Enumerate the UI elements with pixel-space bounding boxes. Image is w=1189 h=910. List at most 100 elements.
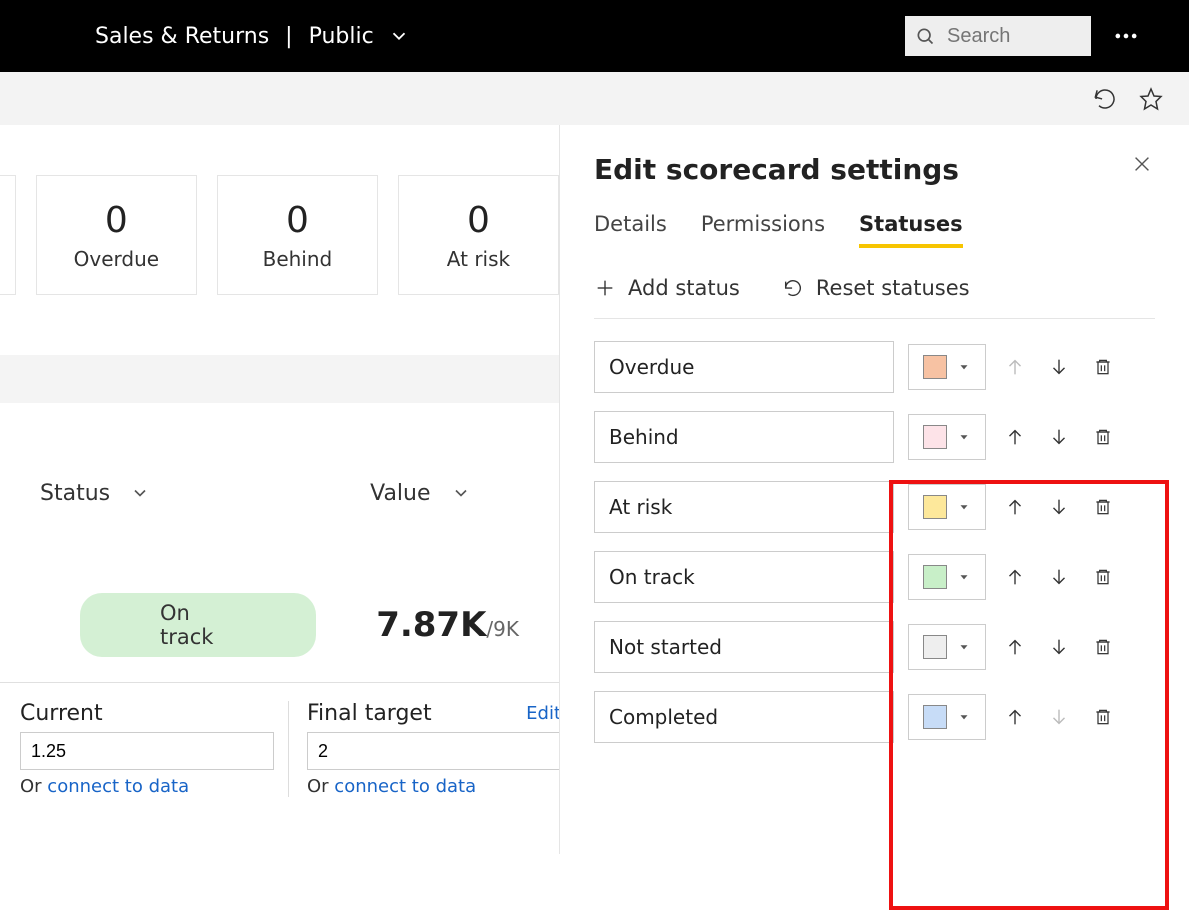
reset-statuses-button[interactable]: Reset statuses: [782, 276, 970, 300]
tab-statuses[interactable]: Statuses: [859, 212, 963, 248]
color-swatch: [923, 565, 947, 589]
current-label: Current: [20, 701, 103, 726]
visibility-label[interactable]: Public: [309, 24, 374, 49]
tab-permissions[interactable]: Permissions: [701, 212, 825, 248]
search-input[interactable]: [945, 24, 1065, 49]
caret-down-icon: [957, 570, 971, 584]
status-name-input[interactable]: Completed: [594, 691, 894, 743]
delete-button[interactable]: [1088, 562, 1118, 592]
panel-actions: Add status Reset statuses: [594, 276, 1155, 300]
col-status-label: Status: [40, 481, 110, 506]
column-headers: Status Value: [0, 403, 559, 583]
move-up-button[interactable]: [1000, 492, 1030, 522]
move-up-button[interactable]: [1000, 702, 1030, 732]
final-target-column: Final target Edit Or connect to data: [307, 701, 559, 797]
kpi-label: Overdue: [74, 247, 159, 271]
color-swatch: [923, 355, 947, 379]
status-row: Behind: [594, 411, 1155, 463]
report-name[interactable]: Sales & Returns: [95, 24, 269, 49]
move-up-button[interactable]: [1000, 422, 1030, 452]
move-down-button[interactable]: [1044, 562, 1074, 592]
search-box[interactable]: [905, 16, 1091, 56]
caret-down-icon: [957, 500, 971, 514]
color-picker[interactable]: [908, 414, 986, 460]
final-target-label: Final target: [307, 701, 432, 726]
kpi-label: Behind: [263, 247, 333, 271]
tab-details[interactable]: Details: [594, 212, 667, 248]
status-pill[interactable]: On track: [80, 593, 316, 657]
refresh-icon[interactable]: [1089, 83, 1121, 115]
pipe-divider: |: [285, 24, 292, 49]
kpi-card-overdue[interactable]: 0 Overdue: [36, 175, 197, 295]
move-down-button[interactable]: [1044, 632, 1074, 662]
panel-tabs: Details Permissions Statuses: [594, 212, 1155, 248]
move-up-button[interactable]: [1000, 632, 1030, 662]
status-list: Overdue Behind At risk On track Not started C…: [594, 341, 1155, 743]
connect-to-data-link[interactable]: connect to data: [334, 776, 476, 797]
caret-down-icon: [957, 430, 971, 444]
kpi-card-behind[interactable]: 0 Behind: [217, 175, 378, 295]
color-swatch: [923, 635, 947, 659]
col-value[interactable]: Value: [370, 481, 470, 506]
more-menu-button[interactable]: [1091, 22, 1161, 50]
panel-title: Edit scorecard settings: [594, 153, 959, 186]
move-up-button[interactable]: [1000, 562, 1030, 592]
move-down-button[interactable]: [1044, 422, 1074, 452]
plus-icon: [594, 277, 616, 299]
final-target-hint: Or connect to data: [307, 776, 559, 797]
move-down-button[interactable]: [1044, 352, 1074, 382]
current-column: Current Or connect to data: [20, 701, 289, 797]
add-status-button[interactable]: Add status: [594, 276, 740, 300]
star-icon[interactable]: [1135, 83, 1167, 115]
delete-button[interactable]: [1088, 492, 1118, 522]
scorecard-main: 0 Overdue 0 Behind 0 At risk Status Valu…: [0, 125, 559, 854]
toolbar: [0, 72, 1189, 125]
color-swatch: [923, 495, 947, 519]
search-icon: [905, 26, 945, 46]
status-row: At risk: [594, 481, 1155, 533]
move-up-button: [1000, 352, 1030, 382]
connect-to-data-link[interactable]: connect to data: [47, 776, 189, 797]
status-name-input[interactable]: Behind: [594, 411, 894, 463]
status-row: Not started: [594, 621, 1155, 673]
undo-icon: [782, 277, 804, 299]
color-picker[interactable]: [908, 554, 986, 600]
color-swatch: [923, 425, 947, 449]
delete-button[interactable]: [1088, 632, 1118, 662]
settings-panel: Edit scorecard settings Details Permissi…: [559, 125, 1189, 854]
grid-header-bar: [0, 355, 559, 403]
move-down-button[interactable]: [1044, 492, 1074, 522]
status-name-input[interactable]: Overdue: [594, 341, 894, 393]
status-row: On track: [594, 551, 1155, 603]
edit-link[interactable]: Edit: [526, 703, 559, 724]
caret-down-icon: [957, 640, 971, 654]
color-picker[interactable]: [908, 344, 986, 390]
goal-row[interactable]: On track 7.87K/9K: [0, 583, 559, 683]
status-row: Completed: [594, 691, 1155, 743]
add-status-label: Add status: [628, 276, 740, 300]
delete-button[interactable]: [1088, 352, 1118, 382]
delete-button[interactable]: [1088, 422, 1118, 452]
status-name-input[interactable]: Not started: [594, 621, 894, 673]
checkin-editor: Current Or connect to data Final target …: [0, 683, 559, 797]
color-swatch: [923, 705, 947, 729]
current-input[interactable]: [20, 732, 274, 770]
chevron-down-icon[interactable]: [388, 25, 410, 47]
delete-button[interactable]: [1088, 702, 1118, 732]
final-target-input[interactable]: [307, 732, 559, 770]
kpi-label: At risk: [447, 247, 510, 271]
color-picker[interactable]: [908, 694, 986, 740]
color-picker[interactable]: [908, 484, 986, 530]
kpi-card-atrisk[interactable]: 0 At risk: [398, 175, 559, 295]
chevron-down-icon[interactable]: [130, 483, 150, 503]
col-status[interactable]: Status: [40, 481, 150, 506]
status-name-input[interactable]: At risk: [594, 481, 894, 533]
status-name-input[interactable]: On track: [594, 551, 894, 603]
kpi-value: 0: [105, 200, 128, 241]
current-hint: Or connect to data: [20, 776, 274, 797]
close-icon[interactable]: [1131, 153, 1155, 177]
color-picker[interactable]: [908, 624, 986, 670]
chevron-down-icon[interactable]: [451, 483, 471, 503]
caret-down-icon: [957, 360, 971, 374]
app-header: Sales & Returns | Public: [0, 0, 1189, 72]
